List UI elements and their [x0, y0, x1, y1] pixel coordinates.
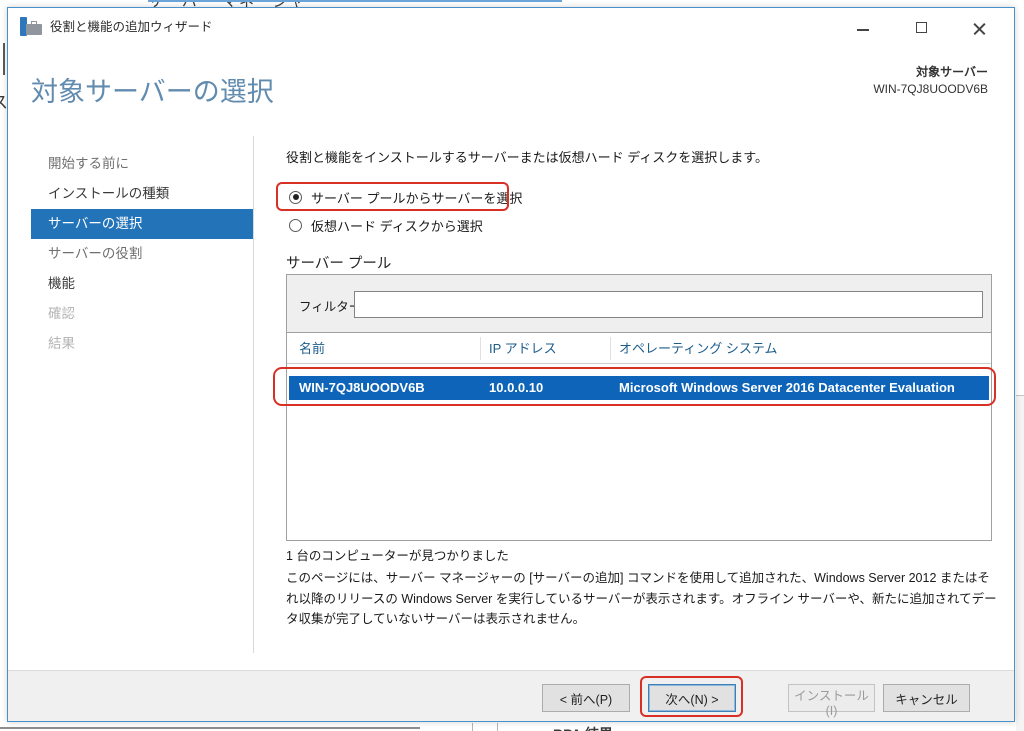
- background-top-text-fragment: サーバー マネージャー: [148, 0, 562, 7]
- server-pool-table: 名前 IP アドレス オペレーティング システム WIN-7QJ8UOODV6B…: [286, 333, 992, 541]
- radio-button-icon: [289, 218, 302, 232]
- background-bottom-grid-line: [497, 723, 498, 731]
- nav-item-before-you-begin[interactable]: 開始する前に: [31, 149, 253, 179]
- column-separator: [610, 337, 611, 360]
- button-bar: < 前へ(P) 次へ(N) > インストール(I) キャンセル: [8, 670, 1014, 721]
- column-header-os[interactable]: オペレーティング システム: [619, 333, 777, 364]
- window-controls: [834, 8, 1008, 46]
- nav-item-features[interactable]: 機能: [31, 269, 253, 299]
- background-left-line: [3, 43, 5, 75]
- background-bpa-text: BPA 結果: [553, 724, 613, 731]
- install-button[interactable]: インストール(I): [788, 684, 875, 718]
- cancel-button[interactable]: キャンセル: [883, 684, 970, 712]
- server-pool-title: サーバー プール: [286, 256, 392, 272]
- minimize-button[interactable]: [834, 8, 892, 46]
- column-header-ip[interactable]: IP アドレス: [489, 333, 557, 364]
- back-button[interactable]: < 前へ(P): [542, 684, 630, 712]
- target-server-block: 対象サーバー WIN-7QJ8UOODV6B: [873, 64, 988, 98]
- page-title: 対象サーバーの選択: [31, 77, 274, 107]
- cell-server-os: Microsoft Windows Server 2016 Datacenter…: [619, 380, 955, 395]
- filter-input[interactable]: [354, 291, 983, 318]
- nav-divider: [253, 136, 254, 653]
- column-separator: [480, 337, 481, 360]
- add-roles-features-wizard-dialog: 役割と機能の追加ウィザード 対象サーバーの選択 対象サーバー WIN-7QJ8U…: [7, 7, 1015, 722]
- title-bar: 役割と機能の追加ウィザード: [8, 8, 1014, 46]
- nav-item-installation-type[interactable]: インストールの種類: [31, 179, 253, 209]
- result-count-text: 1 台のコンピューターが見つかりました: [286, 549, 509, 563]
- nav-item-confirmation[interactable]: 確認: [31, 299, 253, 329]
- table-row-server[interactable]: WIN-7QJ8UOODV6B 10.0.0.10 Microsoft Wind…: [289, 376, 989, 400]
- maximize-icon: [916, 22, 927, 33]
- nav-item-server-selection[interactable]: サーバーの選択: [31, 209, 253, 239]
- column-header-name[interactable]: 名前: [299, 333, 325, 364]
- intro-text: 役割と機能をインストールするサーバーまたは仮想ハード ディスクを選択します。: [286, 150, 769, 165]
- wizard-app-icon: [20, 17, 42, 36]
- background-bottom-fragment: BPA 結果: [0, 723, 1024, 731]
- server-pool-filter-box: フィルター:: [286, 274, 992, 333]
- background-left-fragment: ス: [0, 40, 7, 240]
- nav-item-server-roles[interactable]: サーバーの役割: [31, 239, 253, 269]
- background-left-glyph: ス: [0, 88, 7, 113]
- background-bottom-grid-line: [472, 723, 473, 731]
- radio-select-virtual-hard-disk[interactable]: 仮想ハード ディスクから選択: [289, 214, 483, 236]
- radio-label: サーバー プールからサーバーを選択: [311, 190, 523, 206]
- background-right-fragment: [1016, 0, 1024, 731]
- close-button[interactable]: [950, 8, 1008, 46]
- next-button[interactable]: 次へ(N) >: [648, 684, 736, 712]
- target-server-label: 対象サーバー: [916, 65, 988, 79]
- minimize-icon: [857, 29, 869, 31]
- background-bottom-line: [0, 727, 420, 729]
- target-server-name: WIN-7QJ8UOODV6B: [873, 82, 988, 96]
- radio-button-icon: [289, 190, 302, 204]
- table-header-row: 名前 IP アドレス オペレーティング システム: [287, 333, 991, 364]
- window-title: 役割と機能の追加ウィザード: [50, 20, 213, 34]
- radio-select-from-server-pool[interactable]: サーバー プールからサーバーを選択: [289, 186, 522, 208]
- cell-server-name: WIN-7QJ8UOODV6B: [299, 380, 425, 395]
- nav-item-results[interactable]: 結果: [31, 329, 253, 359]
- cell-server-ip: 10.0.0.10: [489, 380, 544, 395]
- screenshot-stage: サーバー マネージャー ス BPA 結果 役割と機能の追加ウィザード 対象サ: [0, 0, 1024, 731]
- background-right-panel: [1016, 396, 1024, 731]
- page-description: このページには、サーバー マネージャーの [サーバーの追加] コマンドを使用して…: [286, 571, 997, 626]
- maximize-button[interactable]: [892, 8, 950, 46]
- radio-label: 仮想ハード ディスクから選択: [311, 218, 483, 234]
